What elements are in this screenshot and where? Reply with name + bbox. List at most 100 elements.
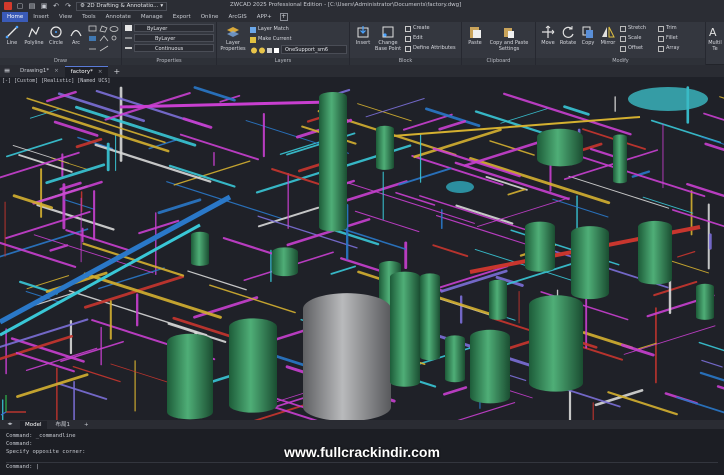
pipe-segment bbox=[193, 86, 236, 102]
tab-tools[interactable]: Tools bbox=[77, 12, 101, 22]
pipe-segment bbox=[701, 359, 723, 368]
pipe-segment bbox=[650, 119, 722, 144]
command-input[interactable]: Command: | bbox=[6, 462, 718, 471]
fillet-button[interactable]: Fillet bbox=[658, 35, 678, 42]
pipe-segment bbox=[716, 385, 724, 390]
insert-block-button[interactable]: Insert bbox=[352, 25, 374, 46]
command-prompt: Command: bbox=[6, 464, 33, 470]
pipe-segment bbox=[700, 136, 724, 145]
front-tank-1-bottom bbox=[167, 404, 213, 420]
copy-button[interactable]: Copy bbox=[577, 25, 599, 46]
layer-properties-button[interactable]: Layer Properties bbox=[219, 25, 247, 52]
layer-state-icons bbox=[251, 47, 279, 54]
front-drum-top bbox=[445, 335, 465, 343]
column-right-bottom bbox=[613, 178, 627, 184]
pipe-segment bbox=[704, 142, 724, 152]
rotate-button[interactable]: Rotate bbox=[557, 25, 579, 46]
doc-tab-drawing1[interactable]: Drawing1* × bbox=[14, 66, 65, 77]
doc-tab-factory[interactable]: factory* × bbox=[64, 66, 109, 77]
linetype-dropdown[interactable]: ByLayer bbox=[134, 34, 214, 42]
pipe-segment bbox=[330, 265, 356, 275]
copy-paste-settings-icon bbox=[504, 28, 514, 38]
pipe-segment bbox=[72, 365, 121, 383]
redo-icon[interactable]: ↷ bbox=[64, 2, 72, 10]
line-tool-button[interactable]: Line bbox=[1, 25, 23, 46]
make-current-button[interactable]: Make Current bbox=[250, 36, 292, 43]
copy-paste-settings-button[interactable]: Copy and Paste Settings bbox=[486, 25, 532, 52]
close-icon[interactable]: × bbox=[54, 66, 59, 77]
trim-button[interactable]: Trim bbox=[658, 25, 677, 32]
tab-manage[interactable]: Manage bbox=[136, 12, 168, 22]
edit-block-button[interactable]: Edit bbox=[405, 35, 423, 42]
line-label: Line bbox=[6, 40, 18, 46]
workspace-dropdown[interactable]: ⚙ 2D Drafting & Annotatio... ▾ bbox=[76, 1, 168, 11]
pipe-segment bbox=[182, 117, 213, 129]
front-tank-6-body bbox=[529, 305, 583, 383]
edit-icon bbox=[405, 35, 411, 42]
tank-far-right-top bbox=[638, 220, 672, 234]
current-layer-dropdown[interactable]: OneSupport_sm6 bbox=[281, 45, 347, 54]
add-tab-button[interactable]: + bbox=[279, 13, 288, 21]
circle-icon bbox=[50, 26, 62, 38]
drum-center-top bbox=[489, 279, 507, 287]
close-icon[interactable]: × bbox=[98, 67, 103, 77]
save-icon[interactable]: ▣ bbox=[40, 2, 48, 10]
mirror-button[interactable]: Mirror bbox=[597, 25, 619, 46]
tab-view[interactable]: View bbox=[54, 12, 77, 22]
layer-match-button[interactable]: Layer Match bbox=[250, 26, 289, 33]
new-document-tab-button[interactable]: + bbox=[108, 66, 125, 77]
drum-center-bottom bbox=[489, 314, 507, 320]
menu-icon[interactable]: ≡ bbox=[0, 65, 14, 77]
title-bar: ▢ ▤ ▣ ↶ ↷ ⚙ 2D Drafting & Annotatio... ▾… bbox=[0, 0, 724, 12]
open-folder-icon[interactable]: ▤ bbox=[28, 2, 36, 10]
polyline-tool-button[interactable]: Polyline bbox=[23, 25, 45, 46]
front-tank-3-body bbox=[390, 277, 420, 382]
tab-home[interactable]: Home bbox=[2, 12, 29, 22]
tab-export[interactable]: Export bbox=[168, 12, 196, 22]
scale-button[interactable]: Scale bbox=[620, 35, 641, 42]
color-dropdown[interactable]: ByLayer bbox=[134, 24, 214, 32]
multiline-text-icon: A bbox=[709, 26, 717, 39]
add-layout-button[interactable]: + bbox=[79, 421, 94, 429]
create-block-button[interactable]: Create bbox=[405, 25, 430, 32]
drawing-viewport[interactable]: [-] [Custom] [Realistic] [Named UCS] bbox=[0, 77, 724, 420]
column-small-top bbox=[376, 125, 394, 133]
circle-tool-button[interactable]: Circle bbox=[45, 25, 67, 46]
lineweight-value: Continuous bbox=[155, 46, 184, 52]
clipboard-panel-title: Clipboard bbox=[462, 58, 535, 65]
tab-annotate[interactable]: Annotate bbox=[101, 12, 136, 22]
tank-mid-right-bottom bbox=[525, 262, 555, 272]
polyline-icon bbox=[28, 26, 40, 38]
paste-button[interactable]: Paste bbox=[464, 25, 486, 46]
layout-tab-model[interactable]: Model bbox=[20, 420, 47, 429]
tab-online[interactable]: Online bbox=[196, 12, 224, 22]
edit-label: Edit bbox=[413, 35, 423, 41]
tab-insert[interactable]: Insert bbox=[28, 12, 54, 22]
tab-app-plus[interactable]: APP+ bbox=[252, 12, 277, 22]
ucs-axis-icon bbox=[0, 395, 26, 416]
layout-tab-layout1[interactable]: 布局1 bbox=[51, 421, 76, 429]
pipe-segment bbox=[594, 389, 644, 407]
layers-panel-title: Layers bbox=[217, 58, 349, 65]
multiline-text-button[interactable]: A Multil Te bbox=[706, 25, 724, 52]
stretch-button[interactable]: Stretch bbox=[620, 25, 646, 32]
array-button[interactable]: Array bbox=[658, 45, 679, 52]
zwcad-logo-icon[interactable] bbox=[4, 2, 12, 10]
new-file-icon[interactable]: ▢ bbox=[16, 2, 24, 10]
view-controls-label[interactable]: [-] [Custom] [Realistic] [Named UCS] bbox=[2, 78, 110, 84]
layout-nav-icon[interactable]: ◂▸ bbox=[4, 421, 16, 428]
tank-mid-right-top bbox=[525, 221, 555, 233]
pipe-segment bbox=[0, 151, 80, 179]
offset-button[interactable]: Offset bbox=[620, 45, 643, 52]
pipe-segment bbox=[424, 107, 481, 128]
change-base-point-button[interactable]: Change Base Point bbox=[374, 25, 402, 52]
draw-small-tools[interactable] bbox=[88, 25, 120, 55]
define-attributes-button[interactable]: Define Attributes bbox=[405, 45, 456, 52]
lineweight-dropdown[interactable]: Continuous bbox=[134, 44, 214, 52]
pipe-segment bbox=[12, 194, 54, 210]
undo-icon[interactable]: ↶ bbox=[52, 2, 60, 10]
layer-properties-label: Layer Properties bbox=[220, 40, 246, 52]
tab-arcgis[interactable]: ArcGIS bbox=[223, 12, 251, 22]
arc-tool-button[interactable]: Arc bbox=[65, 25, 87, 46]
move-button[interactable]: Move bbox=[537, 25, 559, 46]
